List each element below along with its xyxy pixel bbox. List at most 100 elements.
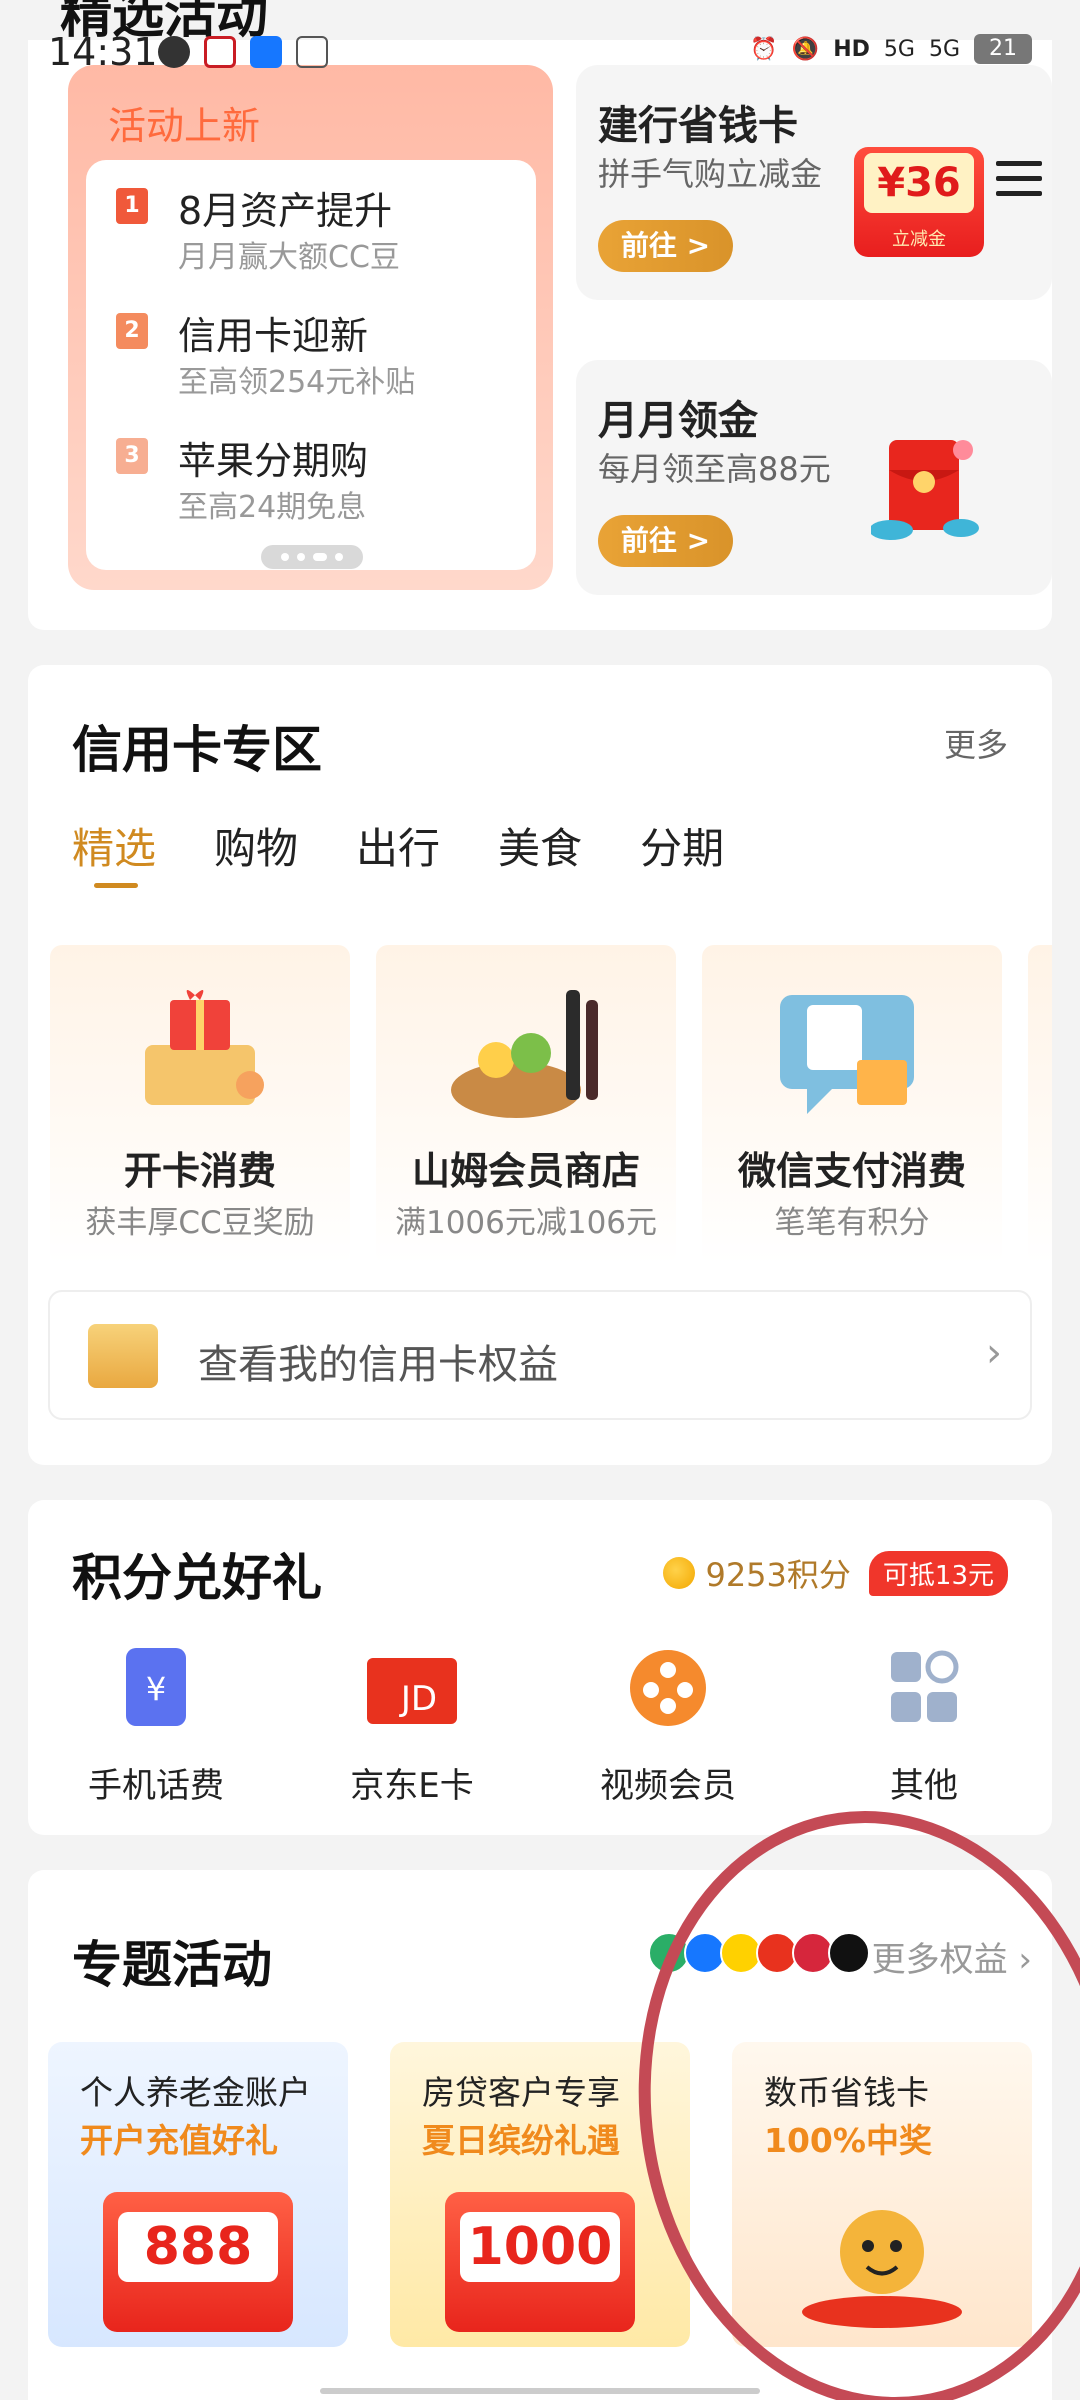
coin-icon xyxy=(663,1557,696,1589)
topic-subtitle: 100%中奖 xyxy=(764,2121,932,2160)
rank-badge: 2 xyxy=(116,313,148,349)
featured-activities-card: 活动上新 1 8月资产提升 月月赢大额CC豆 2 信用卡迎新 至高领254元补贴… xyxy=(28,40,1052,630)
offer-title: 微信支付消费 xyxy=(737,1149,966,1193)
gift-item-phone-bill[interactable]: ¥ 手机话费 xyxy=(28,1648,284,1807)
mascot-icon xyxy=(802,2210,962,2328)
topic-title: 个人养老金账户 xyxy=(80,2073,311,2112)
gift-item-video-member[interactable]: 视频会员 xyxy=(540,1648,796,1807)
side-box-subtitle: 拼手气购立减金 xyxy=(598,155,823,193)
indicator-dot xyxy=(335,553,343,561)
bank-app-icon xyxy=(204,36,236,68)
offer-subtitle: 笔笔有积分 xyxy=(774,1205,930,1241)
tab-travel[interactable]: 出行 xyxy=(356,815,440,876)
rank-badge: 3 xyxy=(116,438,148,474)
gift-item-jd-card[interactable]: JD 京东E卡 xyxy=(284,1648,540,1807)
section-title: 积分兑好礼 xyxy=(72,1549,322,1607)
clock-time: 14:31 xyxy=(48,30,158,74)
benefit-text: 查看我的信用卡权益 xyxy=(198,1342,558,1388)
new-activities-carousel[interactable]: 活动上新 1 8月资产提升 月月赢大额CC豆 2 信用卡迎新 至高领254元补贴… xyxy=(68,65,553,590)
category-tabs: 精选 购物 出行 美食 分期 xyxy=(72,815,724,888)
promo-item-subtitle: 至高24期免息 xyxy=(178,490,367,525)
topic-card-digital-currency[interactable]: 数币省钱卡 100%中奖 xyxy=(732,2042,1032,2347)
monthly-gold-box[interactable]: 月月领金 每月领至高88元 前往 > xyxy=(576,360,1052,595)
signal-icon: 5G xyxy=(928,36,960,62)
home-indicator[interactable] xyxy=(320,2388,760,2394)
side-box-title: 建行省钱卡 xyxy=(598,103,798,149)
gift-item-other[interactable]: 其他 xyxy=(796,1648,1052,1807)
topic-title: 房贷客户专享 xyxy=(422,2073,620,2112)
envelope-amount: 888 xyxy=(118,2212,278,2282)
tab-featured[interactable]: 精选 xyxy=(72,815,156,888)
rank-badge: 1 xyxy=(116,188,148,224)
indicator-dot xyxy=(281,553,289,561)
points-balance[interactable]: 9253积分 可抵13元 xyxy=(663,1550,1008,1596)
mute-icon: 🔕 xyxy=(791,36,820,62)
topic-title: 数币省钱卡 xyxy=(764,2073,929,2112)
tab-food[interactable]: 美食 xyxy=(498,815,582,876)
tab-shopping[interactable]: 购物 xyxy=(214,815,298,876)
indicator-dot-active xyxy=(313,553,327,561)
points-value: 9253积分 xyxy=(705,1556,851,1594)
chevron-right-icon: › xyxy=(986,1330,1002,1376)
promo-item-subtitle: 至高领254元补贴 xyxy=(178,365,416,400)
topic-subtitle: 夏日缤纷礼遇 xyxy=(422,2121,620,2160)
offer-subtitle: 满1006元减106元 xyxy=(394,1205,658,1241)
video-member-icon xyxy=(630,1650,706,1726)
partner-icons xyxy=(648,1932,870,1974)
douyin-icon xyxy=(828,1932,870,1974)
offer-card-partial[interactable] xyxy=(1028,945,1052,1265)
grocery-basket-icon xyxy=(451,990,598,1118)
red-envelope-icon xyxy=(871,440,979,540)
menu-icon[interactable] xyxy=(996,161,1042,197)
red-envelope-icon: 888 xyxy=(103,2192,293,2332)
envelope-amount: 1000 xyxy=(460,2212,620,2282)
more-rights-link[interactable]: 更多权益 › xyxy=(872,1932,1032,1981)
card-benefit-icon xyxy=(88,1324,158,1388)
more-grid-icon xyxy=(891,1650,959,1722)
offer-title: 山姆会员商店 xyxy=(411,1149,640,1193)
gift-label: 视频会员 xyxy=(600,1766,736,1806)
alipay-outline-icon xyxy=(296,36,328,68)
promo-item-title: 8月资产提升 xyxy=(178,189,393,233)
promo-item-title: 信用卡迎新 xyxy=(178,314,369,358)
hd-icon: HD xyxy=(833,36,870,62)
savings-card-box[interactable]: 建行省钱卡 拼手气购立减金 前往 > ¥36 立减金 xyxy=(576,65,1052,300)
more-rights-label: 更多权益 xyxy=(871,1940,1008,1980)
promo-title: 活动上新 xyxy=(108,104,261,148)
offer-subtitle: 获丰厚CC豆奖励 xyxy=(85,1205,315,1241)
alipay-icon xyxy=(250,36,282,68)
promo-list: 1 8月资产提升 月月赢大额CC豆 2 信用卡迎新 至高领254元补贴 3 苹果… xyxy=(86,160,536,570)
gift-label: 其他 xyxy=(890,1766,958,1806)
more-link[interactable]: 更多 xyxy=(944,720,1008,766)
offer-card[interactable]: 开卡消费 获丰厚CC豆奖励 xyxy=(50,945,350,1265)
chat-icon xyxy=(158,36,190,68)
gift-label: 手机话费 xyxy=(88,1766,224,1806)
wechat-pay-icon xyxy=(780,995,914,1114)
go-button[interactable]: 前往 > xyxy=(598,515,733,567)
notification-icons xyxy=(158,36,328,68)
battery-icon: 21 xyxy=(974,34,1032,64)
gift-card-icon xyxy=(145,990,264,1105)
offer-card[interactable]: 微信支付消费 笔笔有积分 xyxy=(702,945,1002,1265)
topic-card-pension[interactable]: 个人养老金账户 开户充值好礼 888 xyxy=(48,2042,348,2347)
topic-activities-card: 专题活动 更多权益 › 个人养老金账户 开户充值好礼 888 房贷客户专享 夏日… xyxy=(28,1870,1052,2400)
offer-card[interactable]: 山姆会员商店 满1006元减106元 xyxy=(376,945,676,1265)
side-box-title: 月月领金 xyxy=(598,398,758,444)
go-button[interactable]: 前往 > xyxy=(598,220,733,272)
points-exchange-card: 积分兑好礼 9253积分 可抵13元 ¥ 手机话费 JD 京东E卡 视频会员 其… xyxy=(28,1500,1052,1835)
offer-title: 开卡消费 xyxy=(123,1149,276,1193)
section-title: 专题活动 xyxy=(72,1936,272,1994)
topic-card-mortgage[interactable]: 房贷客户专享 夏日缤纷礼遇 1000 xyxy=(390,2042,690,2347)
side-box-subtitle: 每月领至高88元 xyxy=(598,450,831,488)
status-bar: 精选活动 14:31 ⏰ 🔕 HD 5G 5G 21 xyxy=(0,0,1080,100)
coupon-label: 立减金 xyxy=(892,229,946,250)
jd-card-icon: JD xyxy=(367,1658,457,1724)
gift-label: 京东E卡 xyxy=(350,1766,474,1806)
credit-card-zone: 信用卡专区 更多 精选 购物 出行 美食 分期 开卡消费 获丰厚CC豆奖励 山姆… xyxy=(28,665,1052,1465)
topic-subtitle: 开户充值好礼 xyxy=(80,2121,278,2160)
coupon-icon: ¥36 立减金 xyxy=(854,147,984,257)
system-icons: ⏰ 🔕 HD 5G 5G 21 xyxy=(750,34,1032,64)
tab-installment[interactable]: 分期 xyxy=(640,815,724,876)
deduct-badge: 可抵13元 xyxy=(868,1550,1008,1596)
my-card-benefits-bar[interactable]: 查看我的信用卡权益 › xyxy=(48,1290,1032,1420)
